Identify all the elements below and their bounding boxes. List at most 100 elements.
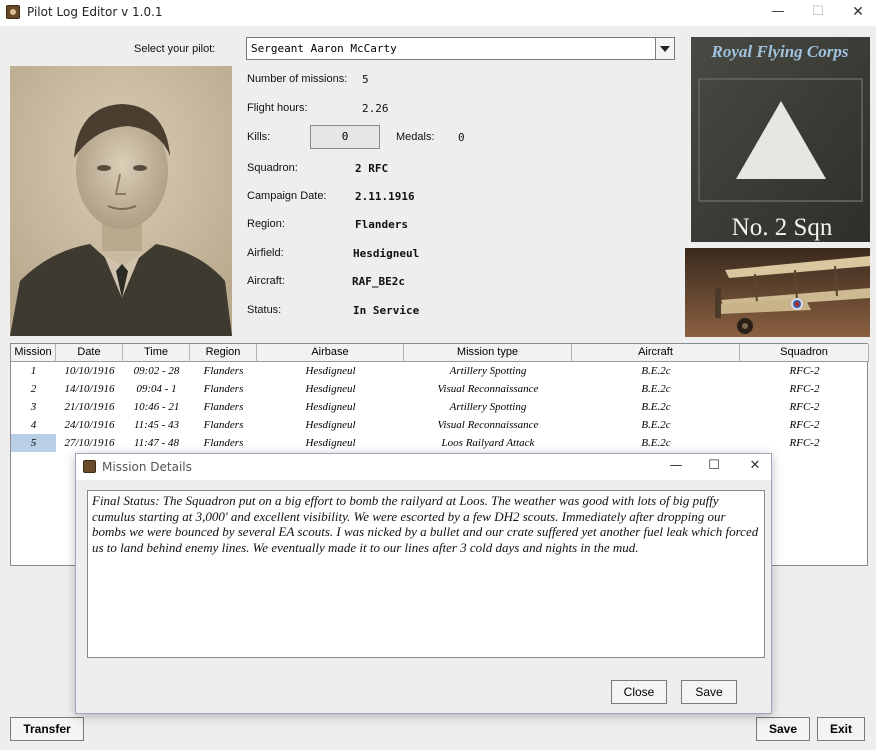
table-cell[interactable]: B.E.2c [572,380,740,398]
table-cell[interactable]: Artillery Spotting [404,398,572,416]
column-header-mission-type[interactable]: Mission type [404,344,572,362]
status-value: In Service [353,304,420,317]
dialog-app-icon [83,460,96,473]
table-cell[interactable]: Hesdigneul [257,362,404,380]
table-cell[interactable]: B.E.2c [572,416,740,434]
table-cell[interactable]: 3 [11,398,56,416]
column-header-date[interactable]: Date [56,344,123,362]
table-cell[interactable]: 10:46 - 21 [123,398,190,416]
squadron-badge: Royal Flying Corps No. 2 Sqn [691,37,870,242]
airfield-label: Airfield: [247,247,284,259]
column-header-airbase[interactable]: Airbase [257,344,404,362]
table-cell[interactable]: 10/10/1916 [56,362,123,380]
table-cell[interactable]: RFC-2 [740,362,869,380]
pilot-portrait [10,66,232,336]
table-cell[interactable]: Visual Reconnaissance [404,380,572,398]
table-cell[interactable]: Flanders [190,416,257,434]
maximize-button[interactable]: ☐ [800,0,836,26]
table-cell[interactable]: Flanders [190,380,257,398]
squadron-badge-image: Royal Flying Corps No. 2 Sqn [691,37,870,242]
table-cell[interactable]: 4 [11,416,56,434]
table-row[interactable]: 1 10/10/1916 09:02 - 28 Flanders Hesdigneul A… [11,362,867,380]
table-cell[interactable]: RFC-2 [740,416,869,434]
column-header-time[interactable]: Time [123,344,190,362]
table-cell[interactable]: 09:04 - 1 [123,380,190,398]
table-cell[interactable]: 14/10/1916 [56,380,123,398]
table-cell[interactable]: 24/10/1916 [56,416,123,434]
table-cell[interactable]: B.E.2c [572,362,740,380]
badge-corps-text: Royal Flying Corps [711,42,849,61]
missions-value: 5 [362,73,369,86]
pilot-combo-value: Sergeant Aaron McCarty [251,42,397,55]
table-cell[interactable]: 27/10/1916 [56,434,123,452]
table-row[interactable]: 5 27/10/1916 11:47 - 48 Flanders Hesdigneul L… [11,434,867,452]
table-cell[interactable]: 1 [11,362,56,380]
table-cell[interactable]: 11:45 - 43 [123,416,190,434]
table-header: Mission Date Time Region Airbase Mission… [11,344,869,362]
dialog-minimize-button[interactable]: — [658,454,694,480]
region-label: Region: [247,218,285,230]
table-row[interactable]: 4 24/10/1916 11:45 - 43 Flanders Hesdigneul V… [11,416,867,434]
table-cell[interactable]: 11:47 - 48 [123,434,190,452]
aircraft-label: Aircraft: [247,275,285,287]
region-value: Flanders [355,218,408,231]
campaign-date-value: 2.11.1916 [355,190,415,203]
pilot-combo[interactable]: Sergeant Aaron McCarty [246,37,675,60]
chevron-down-icon[interactable] [655,38,674,59]
table-cell[interactable]: B.E.2c [572,434,740,452]
table-cell[interactable]: 09:02 - 28 [123,362,190,380]
dialog-maximize-button[interactable]: ☐ [696,454,732,480]
dialog-close-button[interactable]: Close [611,680,667,704]
aircraft-photo-image [685,248,870,337]
status-label: Status: [247,304,282,316]
airfield-value: Hesdigneul [353,247,420,260]
dialog-title-bar: Mission Details — ☐ ✕ [76,454,771,480]
medals-value: 0 [458,131,465,144]
dialog-close-icon[interactable]: ✕ [737,454,773,480]
app-icon [6,5,20,19]
table-cell[interactable]: B.E.2c [572,398,740,416]
close-button[interactable]: ✕ [840,0,876,26]
title-bar: Pilot Log Editor v 1.0.1 — ☐ ✕ [0,0,876,26]
column-header-squadron[interactable]: Squadron [740,344,869,362]
badge-squadron-text: No. 2 Sqn [732,214,833,241]
pilot-portrait-image [10,66,232,336]
table-cell[interactable]: RFC-2 [740,380,869,398]
flight-hours-value: 2.26 [362,102,389,115]
minimize-button[interactable]: — [760,0,796,26]
table-cell[interactable]: RFC-2 [740,398,869,416]
table-row[interactable]: 3 21/10/1916 10:46 - 21 Flanders Hesdigneul A… [11,398,867,416]
table-cell[interactable]: RFC-2 [740,434,869,452]
window-title: Pilot Log Editor v 1.0.1 [27,5,163,19]
column-header-mission[interactable]: Mission [11,344,56,362]
exit-button[interactable]: Exit [817,717,865,741]
table-cell[interactable]: 5 [11,434,56,452]
column-header-region[interactable]: Region [190,344,257,362]
table-cell[interactable]: Hesdigneul [257,434,404,452]
table-cell[interactable]: Hesdigneul [257,380,404,398]
kills-button[interactable]: 0 [310,125,380,149]
table-cell[interactable]: Flanders [190,398,257,416]
table-row[interactable]: 2 14/10/1916 09:04 - 1 Flanders Hesdigneul Vi… [11,380,867,398]
table-cell[interactable]: 21/10/1916 [56,398,123,416]
table-cell[interactable]: Flanders [190,362,257,380]
table-cell[interactable]: Artillery Spotting [404,362,572,380]
aircraft-value: RAF_BE2c [352,275,405,288]
dialog-save-button[interactable]: Save [681,680,737,704]
flight-hours-label: Flight hours: [247,102,308,114]
mission-details-dialog: Mission Details — ☐ ✕ Final Status: The … [75,453,772,714]
table-cell[interactable]: Flanders [190,434,257,452]
transfer-button[interactable]: Transfer [10,717,84,741]
table-cell[interactable]: 2 [11,380,56,398]
column-header-aircraft[interactable]: Aircraft [572,344,740,362]
squadron-value: 2 RFC [355,162,389,175]
kills-label: Kills: [247,131,271,143]
campaign-date-label: Campaign Date: [247,190,327,202]
table-cell[interactable]: Hesdigneul [257,416,404,434]
save-button[interactable]: Save [756,717,810,741]
squadron-label: Squadron: [247,162,298,174]
table-cell[interactable]: Visual Reconnaissance [404,416,572,434]
mission-details-text[interactable]: Final Status: The Squadron put on a big … [87,490,765,658]
table-cell[interactable]: Hesdigneul [257,398,404,416]
table-cell[interactable]: Loos Railyard Attack [404,434,572,452]
